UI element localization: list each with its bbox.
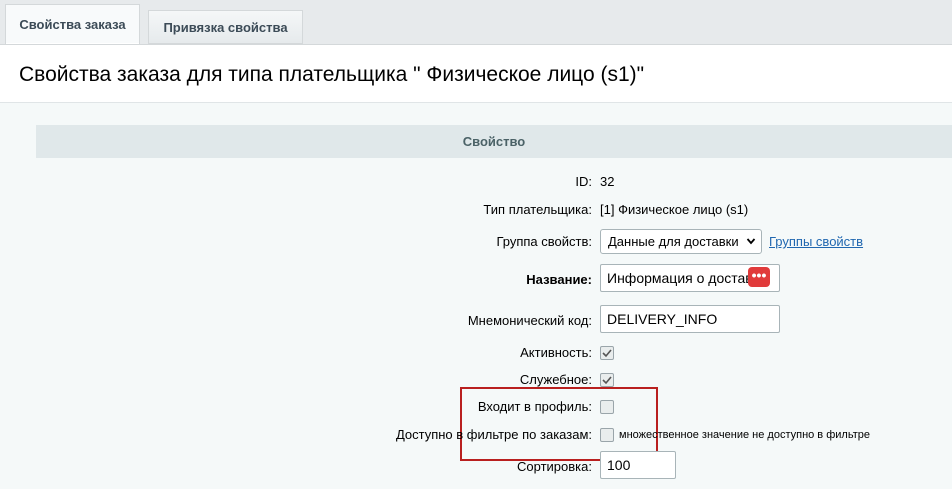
- row-code: Мнемонический код: DELIVERY_INFO: [0, 305, 952, 333]
- row-filter: Доступно в фильтре по заказам: множестве…: [0, 423, 952, 447]
- row-sort: Сортировка: 100: [0, 451, 952, 479]
- row-name: Название: Информация о доставке •••: [0, 264, 952, 292]
- id-value: 32: [600, 174, 615, 189]
- service-checkbox[interactable]: [600, 373, 614, 387]
- id-label: ID:: [575, 174, 592, 189]
- sort-input[interactable]: 100: [600, 451, 676, 479]
- name-input-value: Информация о доставке: [607, 270, 767, 286]
- active-label: Активность:: [520, 345, 592, 360]
- code-input[interactable]: DELIVERY_INFO: [600, 305, 780, 333]
- code-input-value: DELIVERY_INFO: [607, 311, 718, 327]
- row-active: Активность:: [0, 341, 952, 365]
- section-header: Свойство: [36, 125, 952, 158]
- sort-label: Сортировка:: [517, 459, 592, 474]
- checkmark-icon: [602, 349, 612, 358]
- group-label: Группа свойств:: [496, 234, 592, 249]
- active-checkbox[interactable]: [600, 346, 614, 360]
- main-panel: Свойства заказа для типа плательщика " Ф…: [0, 44, 952, 489]
- row-payer-type: Тип плательщика: [1] Физическое лицо (s1…: [0, 198, 952, 222]
- filter-hint: множественное значение не доступно в фил…: [619, 429, 870, 441]
- group-select-value: Данные для доставки: [608, 234, 739, 249]
- group-select[interactable]: Данные для доставки: [600, 229, 762, 254]
- tab-bar: Свойства заказа Привязка свойства: [0, 0, 952, 44]
- row-group: Группа свойств: Данные для доставки Груп…: [0, 229, 952, 254]
- code-label: Мнемонический код:: [467, 313, 592, 328]
- more-dots-icon[interactable]: •••: [748, 267, 770, 287]
- chevron-down-icon: [746, 230, 756, 262]
- tab-property-binding[interactable]: Привязка свойства: [148, 10, 303, 44]
- filter-checkbox[interactable]: [600, 428, 614, 442]
- name-label: Название:: [526, 272, 592, 287]
- payer-type-label: Тип плательщика:: [483, 202, 592, 217]
- filter-label: Доступно в фильтре по заказам:: [395, 427, 592, 442]
- property-groups-link[interactable]: Группы свойств: [769, 230, 863, 254]
- page-title: Свойства заказа для типа плательщика " Ф…: [19, 63, 645, 86]
- checkmark-icon: [602, 376, 612, 385]
- payer-type-value: [1] Физическое лицо (s1): [600, 202, 749, 217]
- sort-input-value: 100: [607, 457, 631, 473]
- row-id: ID: 32: [0, 170, 952, 194]
- form-area: Свойство ID: 32 Тип плательщика: [1] Физ…: [0, 102, 952, 489]
- tab-order-properties[interactable]: Свойства заказа: [5, 4, 140, 44]
